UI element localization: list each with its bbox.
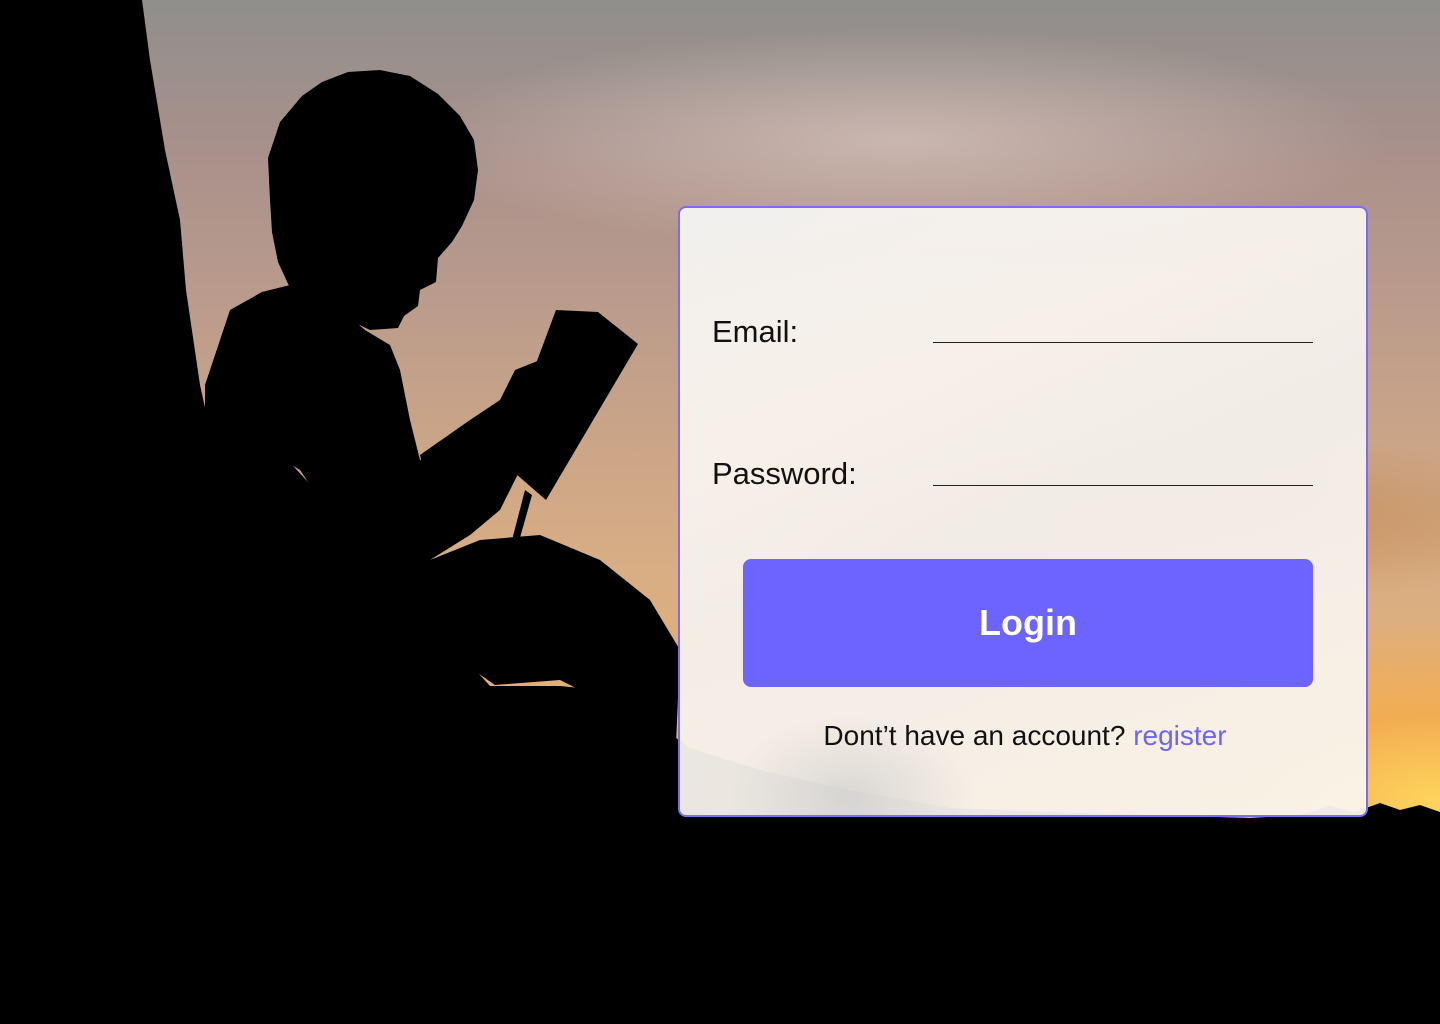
login-button[interactable]: Login [743,559,1313,687]
email-label: Email: [712,314,799,349]
password-input[interactable] [933,446,1313,486]
login-card: Email: Password: Login Dont’t have an ac… [678,206,1368,817]
register-prompt-text: Dont’t have an account? [823,720,1126,751]
register-link[interactable]: register [1133,720,1226,751]
register-prompt-line: Dont’t have an account? register [680,720,1370,752]
password-label: Password: [712,456,857,491]
email-input[interactable] [933,303,1313,343]
